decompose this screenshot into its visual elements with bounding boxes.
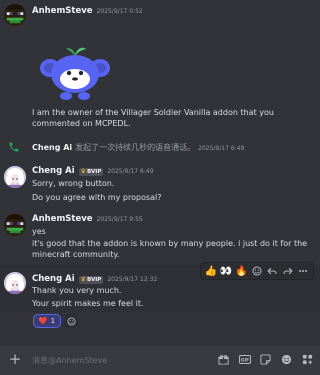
message-text: Your spirit makes me feel it. <box>32 299 144 308</box>
plus-icon[interactable]: + <box>8 352 22 367</box>
message-header: Cheng Ai ♛ BVIP 2025/9/17 12:32 <box>32 274 157 284</box>
badge-label: BVIP <box>87 169 102 175</box>
reaction-heart[interactable]: ❤️ 1 <box>33 314 61 328</box>
message-list: AnhemSteve 2025/9/17 0:52 I am the owner… <box>0 0 320 346</box>
message-text: Thank you very much. <box>32 286 122 295</box>
message-input[interactable] <box>32 354 202 367</box>
message-action-toolbar: 👍 👀 🔥 <box>200 262 314 280</box>
message-header: AnhemSteve 2025/9/17 9:55 <box>32 214 143 224</box>
message-text: it's good that the addon is known by man… <box>32 239 308 259</box>
crown-icon: ♛ <box>80 168 87 175</box>
author-name[interactable]: AnhemSteve <box>32 6 93 16</box>
reaction-count: 1 <box>50 317 56 325</box>
timestamp: 2025/9/17 0:52 <box>96 8 143 15</box>
add-reaction-button[interactable] <box>64 314 78 328</box>
reply-icon[interactable] <box>265 264 279 278</box>
avatar[interactable] <box>4 214 26 236</box>
message-text: yes <box>32 227 46 236</box>
composer-actions: GIF <box>217 353 314 366</box>
vip-badge: ♛ BVIP <box>78 168 104 176</box>
svg-text:GIF: GIF <box>240 358 248 364</box>
author-name[interactable]: AnhemSteve <box>32 214 93 224</box>
timestamp: 2025/9/17 6:49 <box>198 145 245 152</box>
avatar[interactable] <box>4 166 26 188</box>
avatar[interactable] <box>4 272 26 294</box>
add-reaction-icon[interactable] <box>250 264 264 278</box>
apps-icon[interactable] <box>301 353 314 366</box>
message-chengai-1: Cheng Ai ♛ BVIP 2025/9/17 6:49 Sorry, wro… <box>0 163 320 207</box>
quick-react-eyes[interactable]: 👀 <box>219 264 233 278</box>
gif-icon[interactable]: GIF <box>238 353 251 366</box>
author-name[interactable]: Cheng Ai <box>32 274 75 284</box>
phone-icon <box>9 142 19 152</box>
timestamp: 2025/9/17 6:49 <box>107 168 154 175</box>
call-description: 发起了一次持续几秒的语音通话。 <box>75 143 196 152</box>
message-header: Cheng Ai ♛ BVIP 2025/9/17 6:49 <box>32 166 154 176</box>
call-text: Cheng Ai 发起了一次持续几秒的语音通话。 2025/9/17 6:49 <box>32 142 244 153</box>
message-anhemsteve-2: AnhemSteve 2025/9/17 9:55 yes it's good … <box>0 212 320 264</box>
more-options-icon[interactable] <box>296 264 310 278</box>
system-message-call: Cheng Ai 发起了一次持续几秒的语音通话。 2025/9/17 6:49 <box>0 140 320 154</box>
sticker-icon[interactable] <box>259 353 272 366</box>
message-text: Do you agree with my proposal? <box>32 193 162 202</box>
crown-icon: ♛ <box>80 276 87 283</box>
timestamp: 2025/9/17 12:32 <box>107 276 158 283</box>
sticker-image[interactable] <box>36 44 114 104</box>
message-text: Sorry, wrong button. <box>32 179 115 188</box>
message-header: AnhemSteve 2025/9/17 0:52 <box>32 6 143 16</box>
vip-badge: ♛ BVIP <box>78 276 104 284</box>
quick-react-fire[interactable]: 🔥 <box>235 264 249 278</box>
author-name[interactable]: Cheng Ai <box>32 166 75 176</box>
message-text: I am the owner of the Villager Soldier V… <box>32 108 274 128</box>
forward-icon[interactable] <box>281 264 295 278</box>
author-name[interactable]: Cheng Ai <box>32 143 72 152</box>
quick-react-thumbs-up[interactable]: 👍 <box>204 264 218 278</box>
timestamp: 2025/9/17 9:55 <box>96 216 143 223</box>
add-reaction-icon <box>66 316 76 326</box>
heart-emoji: ❤️ <box>38 317 48 325</box>
badge-label: BVIP <box>87 277 102 283</box>
emoji-icon[interactable] <box>280 353 293 366</box>
message-anhemsteve-1: AnhemSteve 2025/9/17 0:52 I am the owner… <box>0 0 320 145</box>
avatar[interactable] <box>4 4 26 26</box>
gift-icon[interactable] <box>217 353 230 366</box>
message-composer: + GIF <box>0 346 320 375</box>
